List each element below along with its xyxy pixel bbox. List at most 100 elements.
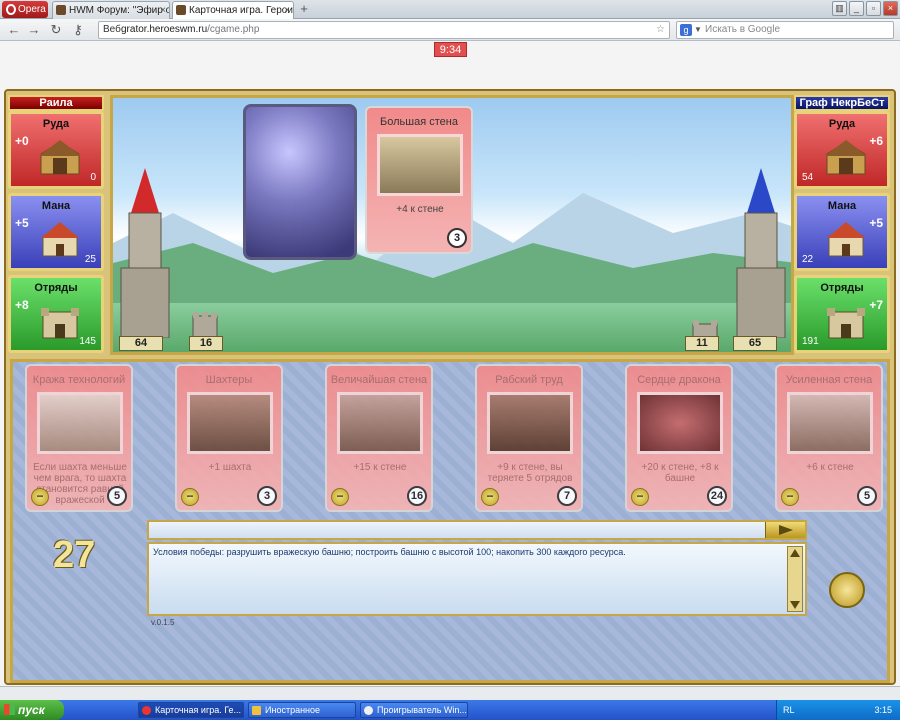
back-arrow-icon[interactable]: ← xyxy=(6,22,22,38)
discard-button[interactable]: − xyxy=(631,488,649,506)
address-field[interactable]: Веб grator.heroeswm.ru/cgame.php ☆ xyxy=(98,21,670,39)
right-tower xyxy=(736,168,786,338)
discard-button[interactable]: − xyxy=(481,488,499,506)
ore-income: +6 xyxy=(869,134,883,148)
resource-label: Отряды xyxy=(820,282,864,294)
ore-amount: 0 xyxy=(90,172,96,183)
card-description: +6 к стене xyxy=(806,462,854,473)
page-content: 9:34 Раила Руда +0 0 Мана +5 25 Отряды +… xyxy=(0,41,900,686)
send-arrow-icon[interactable] xyxy=(765,522,805,538)
chat-input[interactable] xyxy=(147,520,807,540)
settings-icon[interactable] xyxy=(829,572,865,608)
tab-label: Карточная игра. Герои... xyxy=(189,5,294,16)
chevron-down-icon[interactable]: ▼ xyxy=(694,22,702,38)
card-cost: 16 xyxy=(407,486,427,506)
search-placeholder: Искать в Google xyxy=(705,24,781,35)
clock: 3:15 xyxy=(874,705,892,715)
close-tab-icon[interactable]: × xyxy=(160,2,166,19)
log-scrollbar[interactable] xyxy=(787,546,803,612)
left-tower xyxy=(120,168,170,338)
card-cost: 3 xyxy=(447,228,467,248)
google-icon: g xyxy=(680,24,692,36)
barracks-icon xyxy=(41,308,79,339)
card-title: Кража технологий xyxy=(32,374,126,386)
key-icon[interactable]: ⚷ xyxy=(70,22,86,38)
hand-card[interactable]: Рабский труд +9 к стене, вы теряете 5 от… xyxy=(475,364,583,512)
card-deck[interactable] xyxy=(243,104,357,260)
opera-menu-button[interactable]: Opera xyxy=(2,1,48,18)
right-wall xyxy=(692,320,718,338)
played-card: Большая стена +4 к стене 3 xyxy=(365,106,473,254)
right-army-panel: Отряды +7 191 xyxy=(794,275,890,353)
mine-icon xyxy=(39,140,81,175)
discard-button[interactable]: − xyxy=(181,488,199,506)
opera-logo-icon xyxy=(6,4,16,15)
card-art xyxy=(787,392,873,454)
ore-amount: 54 xyxy=(802,172,814,183)
language-indicator[interactable]: RL xyxy=(783,700,795,720)
card-description: +15 к стене xyxy=(353,462,407,473)
hand-card[interactable]: Кража технологий Если шахта меньше чем в… xyxy=(25,364,133,512)
right-ore-panel: Руда +6 54 xyxy=(794,111,890,189)
taskbar-item-card-game[interactable]: Карточная игра. Ге... xyxy=(138,702,244,718)
left-mana-panel: Мана +5 25 xyxy=(8,193,104,271)
mage-guild-icon xyxy=(41,222,79,257)
minimize-button[interactable]: _ xyxy=(849,1,864,16)
card-art xyxy=(187,392,273,454)
card-description: +4 к стене xyxy=(396,204,444,215)
resource-label: Руда xyxy=(828,118,856,130)
discard-button[interactable]: − xyxy=(331,488,349,506)
search-field[interactable]: g ▼ Искать в Google xyxy=(676,21,894,39)
left-player-name: Раила xyxy=(8,95,104,111)
card-art xyxy=(37,392,123,454)
barracks-icon xyxy=(827,308,865,339)
bookmark-star-icon[interactable]: ☆ xyxy=(656,22,665,38)
card-cost: 5 xyxy=(857,486,877,506)
opera-icon xyxy=(142,706,151,715)
resource-label: Мана xyxy=(827,200,857,212)
card-title: Рабский труд xyxy=(495,374,563,386)
folder-icon xyxy=(252,706,261,715)
card-title: Большая стена xyxy=(380,116,458,128)
hand-card[interactable]: Сердце дракона +20 к стене, +8 к башне −… xyxy=(625,364,733,512)
taskbar-item-folder[interactable]: Иностранное xyxy=(248,702,356,718)
close-window-button[interactable]: × xyxy=(883,1,898,16)
card-cost: 7 xyxy=(557,486,577,506)
address-host: grator.heroeswm.ru xyxy=(121,24,208,35)
forward-arrow-icon[interactable]: → xyxy=(26,22,42,38)
reload-icon[interactable]: ↻ xyxy=(48,22,64,38)
game-log: Условия победы: разрушить вражескую башн… xyxy=(147,542,807,616)
maximize-button[interactable]: ▫ xyxy=(866,1,881,16)
new-tab-button[interactable]: + xyxy=(297,2,311,16)
close-tab-icon[interactable]: × xyxy=(284,2,290,19)
start-button[interactable]: пуск xyxy=(0,700,64,720)
version-label: v.0.1.5 xyxy=(151,618,175,627)
card-art xyxy=(487,392,573,454)
tab-label: HWM Форум: "Эфир от ... xyxy=(69,5,169,16)
left-ore-panel: Руда +0 0 xyxy=(8,111,104,189)
discard-button[interactable]: − xyxy=(781,488,799,506)
army-income: +7 xyxy=(869,298,883,312)
media-player-icon xyxy=(364,706,373,715)
card-description: +9 к стене, вы теряете 5 отрядов xyxy=(487,462,573,484)
right-player-name: Граф НекрБеСт xyxy=(794,95,890,111)
card-title: Шахтеры xyxy=(205,374,253,386)
address-prefix: Веб xyxy=(103,24,121,35)
card-description: +1 шахта xyxy=(208,462,252,473)
resource-label: Руда xyxy=(42,118,70,130)
browser-toolbar: ← → ↻ ⚷ Веб grator.heroeswm.ru/cgame.php… xyxy=(0,19,900,41)
address-path: /cgame.php xyxy=(207,24,260,35)
tab-card-game[interactable]: Карточная игра. Герои... × xyxy=(172,1,294,19)
windows-logo-icon xyxy=(4,704,15,715)
left-army-panel: Отряды +8 145 xyxy=(8,275,104,353)
discard-button[interactable]: − xyxy=(31,488,49,506)
hand-card[interactable]: Усиленная стена +6 к стене − 5 xyxy=(775,364,883,512)
taskbar-item-media-player[interactable]: Проигрыватель Win... xyxy=(360,702,468,718)
hand-card[interactable]: Величайшая стена +15 к стене − 16 xyxy=(325,364,433,512)
hand-card[interactable]: Шахтеры +1 шахта − 3 xyxy=(175,364,283,512)
tab-list-button[interactable]: ▥ xyxy=(832,1,847,16)
resource-label: Отряды xyxy=(34,282,78,294)
mana-income: +5 xyxy=(869,216,883,230)
left-wall xyxy=(192,312,218,338)
tab-forum[interactable]: HWM Форум: "Эфир от ... × xyxy=(52,1,170,19)
